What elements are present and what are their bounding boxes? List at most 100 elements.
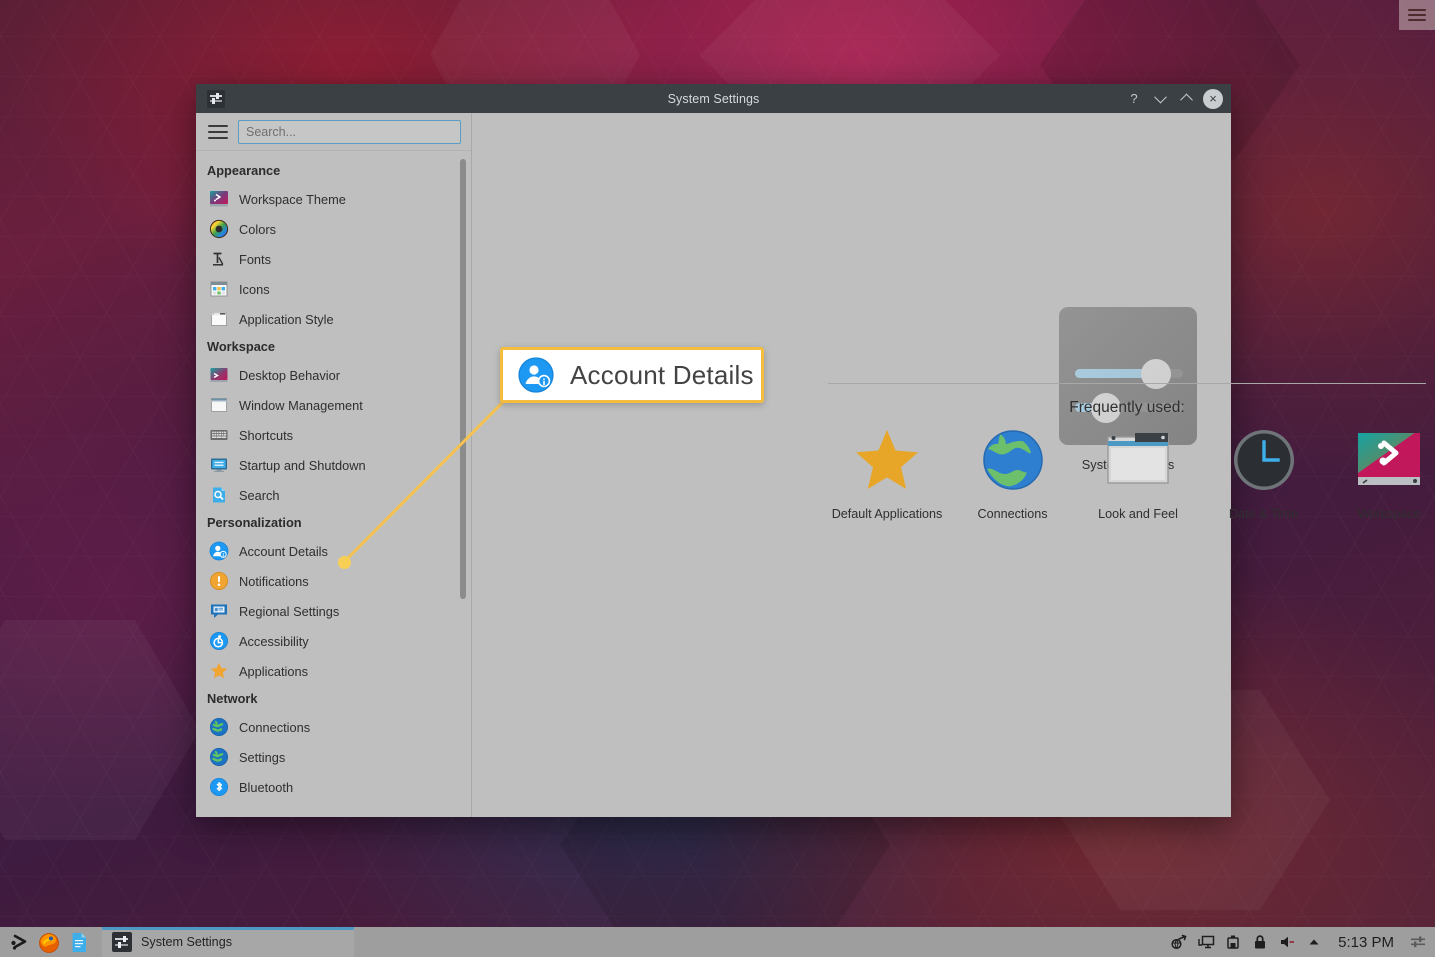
shortcuts-icon (209, 425, 229, 445)
frequently-used-label: Workspace (1357, 507, 1421, 521)
sidebar-item-label: Search (239, 487, 280, 503)
window-title: System Settings (667, 91, 760, 106)
nav-group-title-personalization: Personalization (207, 515, 302, 530)
sidebar-item-shortcuts[interactable]: Shortcuts (196, 420, 471, 450)
sidebar-item-notifications[interactable]: Notifications (196, 566, 471, 596)
system-tray: 5:13 PM (1170, 933, 1435, 951)
slider-knob (1141, 359, 1171, 389)
startup-shutdown-icon (209, 455, 229, 475)
plasma-workspace-icon (1354, 425, 1424, 495)
accessibility-icon (209, 631, 229, 651)
sidebar-item-bluetooth[interactable]: Bluetooth (196, 772, 471, 802)
window-titlebar[interactable]: System Settings ? × (196, 84, 1231, 113)
desktop-toolbox-button[interactable] (1399, 0, 1435, 30)
bluetooth-icon (209, 777, 229, 797)
sidebar-nav-scroll-area: Appearance Workspace Theme Colors Fonts Icon… (196, 151, 471, 817)
volume-icon[interactable] (1278, 933, 1296, 951)
firefox-icon[interactable] (36, 929, 62, 955)
network-icon[interactable] (1170, 933, 1188, 951)
scrollbar-thumb[interactable] (460, 159, 466, 599)
menu-bar (208, 136, 228, 139)
clock[interactable]: 5:13 PM (1338, 934, 1394, 951)
menu-bar (208, 130, 228, 133)
sidebar-item-search[interactable]: Search (196, 480, 471, 510)
frequently-used-item-date-time[interactable]: Date & Time (1205, 425, 1323, 523)
sidebar-item-settings[interactable]: Settings (196, 742, 471, 772)
window-preview-icon (1103, 425, 1173, 495)
sidebar-item-connections[interactable]: Connections (196, 712, 471, 742)
sidebar-item-colors[interactable]: Colors (196, 214, 471, 244)
slider-track (1075, 369, 1183, 378)
sidebar-item-label: Icons (239, 281, 270, 297)
sidebar-item-startup-and-shutdown[interactable]: Startup and Shutdown (196, 450, 471, 480)
sidebar-item-label: Settings (239, 749, 286, 765)
sidebar-item-accessibility[interactable]: Accessibility (196, 626, 471, 656)
application-launcher-icon[interactable] (6, 929, 32, 955)
sidebar-item-desktop-behavior[interactable]: Desktop Behavior (196, 360, 471, 390)
desktop-behavior-icon (209, 365, 229, 385)
frequently-used-item-connections[interactable]: Connections (954, 425, 1072, 523)
text-editor-icon[interactable] (66, 929, 92, 955)
nav-group-title-network: Network (207, 691, 258, 706)
sidebar-item-label: Startup and Shutdown (239, 457, 366, 473)
show-hidden-icons-icon[interactable] (1305, 933, 1323, 951)
taskbar-task-system-settings[interactable]: System Settings (102, 927, 354, 957)
regional-settings-icon (209, 601, 229, 621)
sidebar-item-window-management[interactable]: Window Management (196, 390, 471, 420)
sidebar-item-label: Notifications (239, 573, 309, 589)
sidebar-item-label: Regional Settings (239, 603, 340, 619)
sidebar-item-label: Bluetooth (239, 779, 294, 795)
search-input[interactable] (238, 119, 461, 144)
nav-group-title-workspace: Workspace (207, 339, 276, 354)
sidebar-scrollbar[interactable] (460, 159, 466, 817)
workspace-theme-icon (209, 189, 229, 209)
sidebar-item-account-details[interactable]: Account Details (196, 536, 471, 566)
settings-sidebar: Appearance Workspace Theme Colors Fonts Icon… (196, 113, 472, 817)
window-management-icon (209, 395, 229, 415)
sidebar-nav-list: Appearance Workspace Theme Colors Fonts Icon… (196, 158, 471, 802)
sidebar-item-label: Shortcuts (239, 427, 294, 443)
network-settings-icon (209, 747, 229, 767)
account-details-icon (518, 357, 554, 393)
sidebar-item-label: Fonts (239, 251, 272, 267)
section-divider (828, 383, 1426, 384)
toolbox-bar (1408, 19, 1426, 21)
clock-icon (1229, 425, 1299, 495)
connections-icon (209, 717, 229, 737)
minimize-button[interactable] (1147, 86, 1173, 112)
sidebar-item-fonts[interactable]: Fonts (196, 244, 471, 274)
help-button[interactable]: ? (1121, 86, 1147, 112)
maximize-button[interactable] (1173, 86, 1199, 112)
display-icon[interactable] (1197, 933, 1215, 951)
chevron-up-icon (1179, 93, 1193, 107)
toolbox-bar (1408, 9, 1426, 11)
sidebar-item-label: Window Management (239, 397, 363, 413)
removable-device-icon[interactable] (1224, 933, 1242, 951)
menu-bar (208, 124, 228, 127)
window-body: Appearance Workspace Theme Colors Fonts Icon… (196, 113, 1426, 817)
icons-icon (209, 279, 229, 299)
application-style-icon (209, 309, 229, 329)
system-settings-window: System Settings ? × Appearance Workspace … (196, 84, 1426, 817)
sidebar-item-workspace-theme[interactable]: Workspace Theme (196, 184, 471, 214)
frequently-used-item-default-applications[interactable]: Default Applications (828, 425, 946, 523)
close-button[interactable]: × (1203, 88, 1223, 109)
panel-toolbox-icon[interactable] (1409, 933, 1427, 951)
frequently-used-label: Date & Time (1228, 507, 1299, 521)
sidebar-item-label: Account Details (239, 543, 328, 559)
hamburger-menu-icon[interactable] (208, 124, 228, 139)
notifications-icon (209, 571, 229, 591)
frequently-used-title: Frequently used: (1069, 399, 1185, 416)
sidebar-item-regional-settings[interactable]: Regional Settings (196, 596, 471, 626)
callout-account-details[interactable]: Account Details (500, 347, 764, 403)
frequently-used-item-look-and-feel[interactable]: Look and Feel (1079, 425, 1197, 523)
callout-anchor-dot (338, 556, 351, 569)
frequently-used-item-workspace[interactable]: Workspace (1330, 425, 1435, 523)
lock-icon[interactable] (1251, 933, 1269, 951)
task-label: System Settings (141, 935, 232, 949)
sidebar-item-application-style[interactable]: Application Style (196, 304, 471, 334)
sidebar-item-applications[interactable]: Applications (196, 656, 471, 686)
frequently-used-label: Look and Feel (1098, 507, 1178, 521)
sidebar-item-icons[interactable]: Icons (196, 274, 471, 304)
frequently-used-label: Connections (977, 507, 1048, 521)
